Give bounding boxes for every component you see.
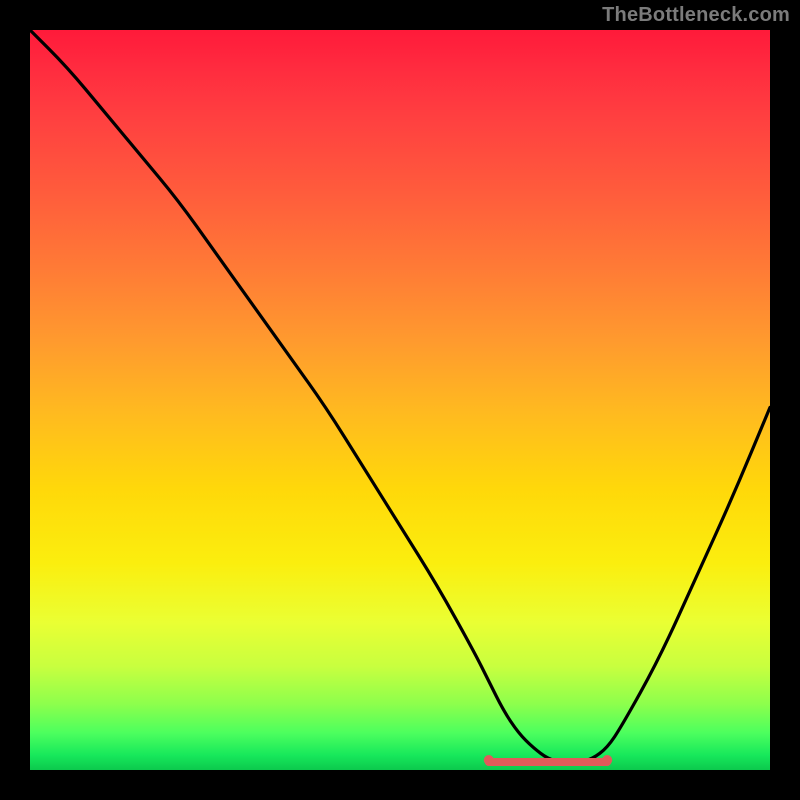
optimal-range-dot [602,755,612,765]
plot-area [30,30,770,770]
curve-svg [30,30,770,770]
optimal-range-dot [484,755,494,765]
watermark-text: TheBottleneck.com [602,4,790,27]
chart-frame: TheBottleneck.com [0,0,800,800]
bottleneck-curve-path [30,30,770,763]
